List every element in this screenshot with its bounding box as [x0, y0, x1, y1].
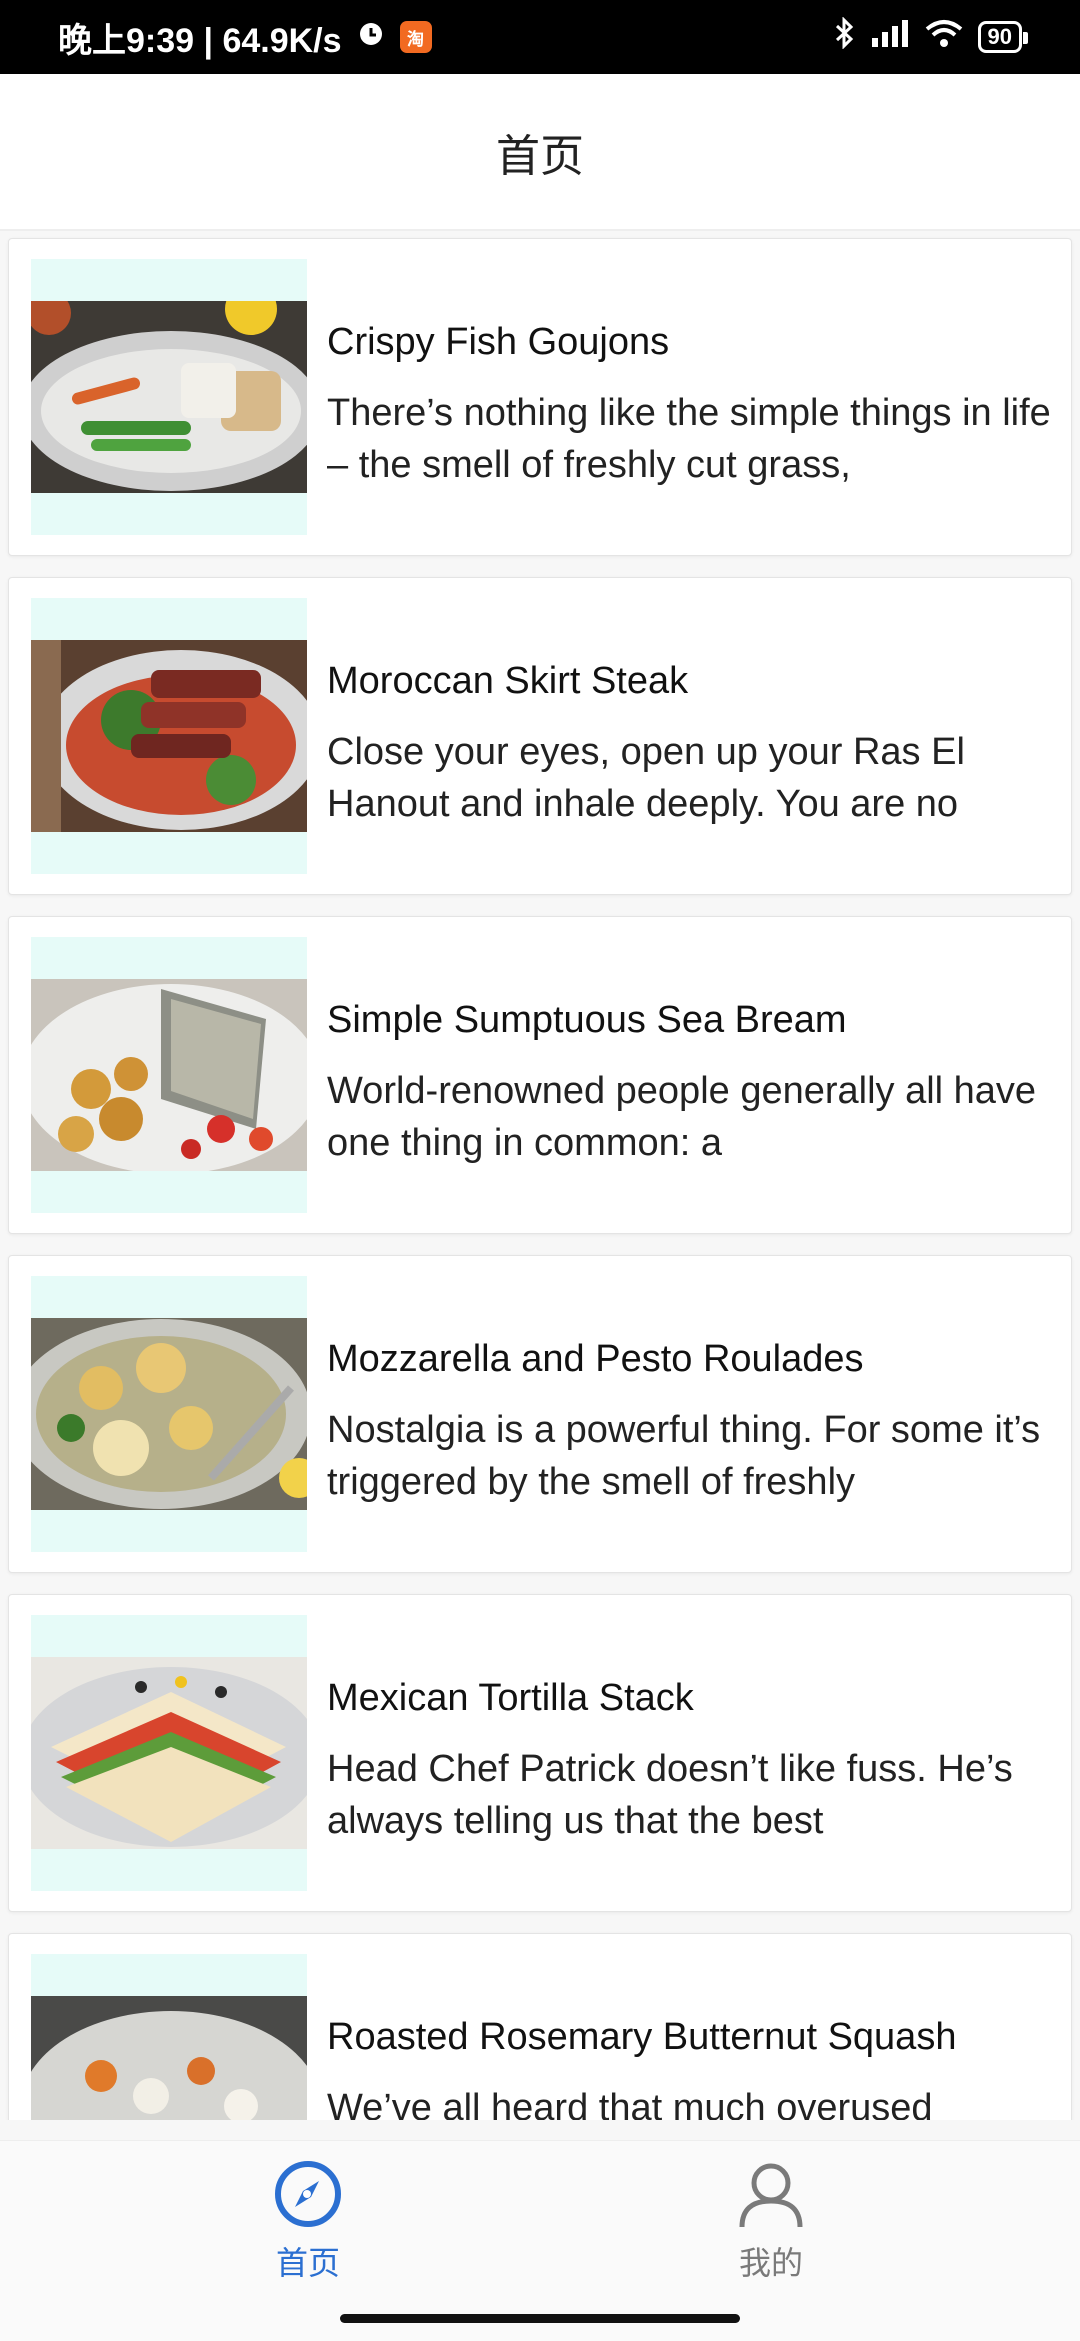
tab-home[interactable]: 首页	[228, 2159, 388, 2284]
page-title: 首页	[496, 131, 584, 181]
wifi-icon	[924, 18, 964, 57]
recipe-title: Mexican Tortilla Stack	[327, 1677, 694, 1719]
recipe-title: Moroccan Skirt Steak	[327, 660, 689, 702]
recipe-image	[31, 979, 307, 1171]
recipe-list[interactable]: Crispy Fish Goujons There’s nothing like…	[0, 236, 1080, 2120]
recipe-title: Roasted Rosemary Butternut Squash	[327, 2016, 957, 2058]
recipe-card[interactable]: Crispy Fish Goujons There’s nothing like…	[8, 238, 1072, 556]
taobao-app-icon: 淘	[399, 21, 432, 53]
alarm-icon	[356, 18, 386, 57]
recipe-image-frame	[31, 1615, 307, 1891]
recipe-image-frame	[31, 598, 307, 874]
home-indicator[interactable]	[340, 2314, 740, 2323]
battery-icon: 90	[977, 21, 1029, 53]
bluetooth-icon	[834, 15, 856, 58]
recipe-title: Simple Sumptuous Sea Bream	[327, 999, 847, 1041]
recipe-description: There’s nothing like the simple things i…	[327, 392, 1051, 486]
tab-mine[interactable]: 我的	[691, 2159, 851, 2284]
recipe-image	[31, 1657, 307, 1849]
recipe-description: Nostalgia is a powerful thing. For some …	[327, 1409, 1041, 1503]
status-bar: 晚上9:39 | 64.9K/s 淘 90	[0, 0, 1080, 74]
recipe-image-frame	[31, 1276, 307, 1552]
status-time-speed: 晚上9:39 | 64.9K/s	[58, 21, 342, 60]
top-app-bar: 首页	[0, 74, 1080, 231]
recipe-card[interactable]: Mexican Tortilla Stack Head Chef Patrick…	[8, 1594, 1072, 1912]
status-left: 晚上9:39 | 64.9K/s 淘	[58, 13, 432, 62]
recipe-card[interactable]: Simple Sumptuous Sea Bream World-renowne…	[8, 916, 1072, 1234]
recipe-image-frame	[31, 259, 307, 535]
recipe-image	[31, 1318, 307, 1510]
recipe-card[interactable]: Roasted Rosemary Butternut Squash We’ve …	[8, 1933, 1072, 2120]
recipe-image	[31, 1996, 307, 2120]
bottom-tab-bar: 首页 我的	[0, 2140, 1080, 2341]
recipe-card[interactable]: Moroccan Skirt Steak Close your eyes, op…	[8, 577, 1072, 895]
tab-mine-label: 我的	[738, 2245, 803, 2281]
recipe-title: Crispy Fish Goujons	[327, 321, 670, 363]
recipe-image-frame	[31, 1954, 307, 2120]
recipe-description: World-renowned people generally all have…	[327, 1070, 1037, 1164]
user-icon	[736, 2159, 806, 2234]
recipe-image	[31, 301, 307, 493]
signal-icon	[870, 18, 910, 57]
recipe-image-frame	[31, 937, 307, 1213]
recipe-description: Head Chef Patrick doesn’t like fuss. He’…	[327, 1748, 1013, 1842]
recipe-description: We’ve all heard that much overused	[327, 2087, 933, 2120]
recipe-description: Close your eyes, open up your Ras El Han…	[327, 731, 965, 825]
status-right: 90	[834, 15, 1029, 58]
recipe-title: Mozzarella and Pesto Roulades	[327, 1338, 864, 1380]
recipe-card[interactable]: Mozzarella and Pesto Roulades Nostalgia …	[8, 1255, 1072, 1573]
recipe-image	[31, 640, 307, 832]
compass-icon	[273, 2159, 343, 2234]
tab-home-label: 首页	[275, 2245, 340, 2281]
